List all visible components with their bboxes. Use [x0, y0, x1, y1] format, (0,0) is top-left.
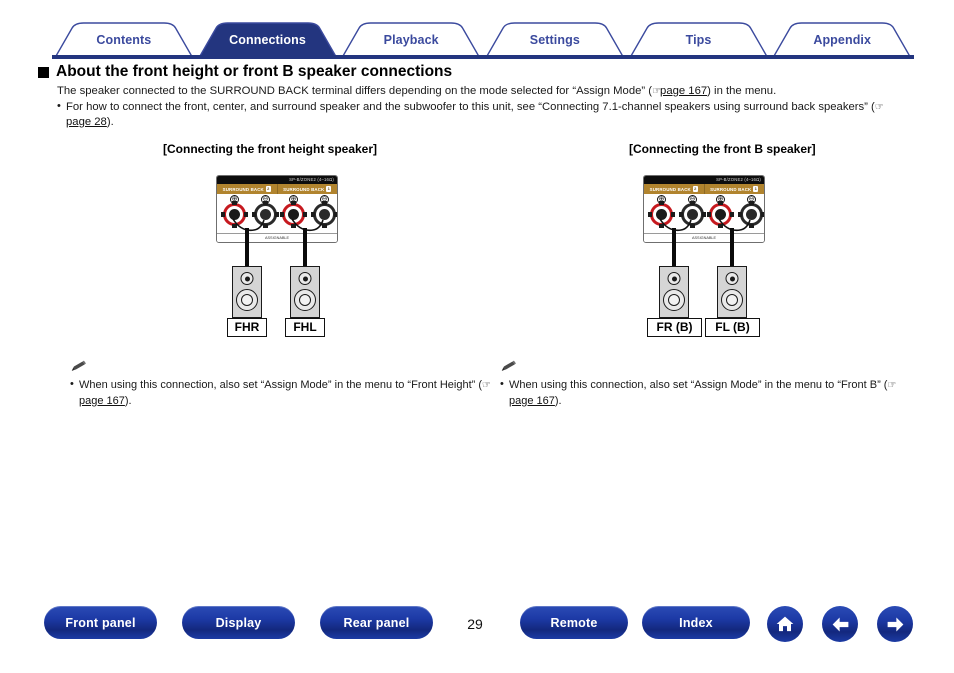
- diagram-caption-left: [Connecting the front height speaker]: [163, 142, 378, 156]
- terminal-label-1: SURROUND BACK 1: [704, 184, 764, 194]
- back-button[interactable]: [822, 606, 858, 642]
- remote-button[interactable]: Remote: [520, 606, 628, 639]
- tab-settings[interactable]: Settings: [483, 22, 627, 58]
- panel-top-bar: SP-B/ZONE2 (4–16Ω): [217, 176, 337, 184]
- note-right: When using this connection, also set “As…: [500, 360, 920, 408]
- tab-contents[interactable]: Contents: [52, 22, 196, 58]
- page-link-28[interactable]: page 28: [66, 116, 107, 128]
- speaker-wire-curves-left: [232, 218, 324, 232]
- index-button[interactable]: Index: [642, 606, 750, 639]
- tab-label: Settings: [529, 33, 580, 47]
- tab-label: Tips: [685, 33, 712, 47]
- pointing-hand-icon: ☞: [874, 102, 884, 113]
- pointing-hand-icon: ☞: [482, 380, 491, 391]
- speaker-wire-curves-right: [659, 218, 751, 232]
- speaker-cable-right-1: [672, 228, 676, 268]
- panel-top-label: SP-B/ZONE2 (4–16Ω): [716, 177, 761, 182]
- woofer-icon: [663, 289, 685, 311]
- panel-top-label: SP-B/ZONE2 (4–16Ω): [289, 177, 334, 182]
- intro-text: The speaker connected to the SURROUND BA…: [57, 84, 917, 130]
- speaker-icon-fhl: [290, 266, 320, 318]
- pencil-icon: [500, 360, 518, 373]
- pointing-hand-icon: ☞: [887, 380, 896, 391]
- woofer-icon: [721, 289, 743, 311]
- speaker-icon-fhr: [232, 266, 262, 318]
- speaker-label-fhr: FHR: [227, 318, 267, 337]
- page-title: About the front height or front B speake…: [38, 63, 452, 81]
- page-link-167[interactable]: page 167: [660, 85, 707, 97]
- terminal-badge: 1: [326, 186, 332, 192]
- speaker-icon-fr-b: [659, 266, 689, 318]
- tab-playback[interactable]: Playback: [339, 22, 483, 58]
- intro-bullet: For how to connect the front, center, an…: [57, 99, 917, 130]
- terminal-label-row: SURROUND BACK 2 SURROUND BACK 1: [644, 184, 764, 194]
- speaker-label-fhl: FHL: [285, 318, 325, 337]
- front-panel-button[interactable]: Front panel: [44, 606, 157, 639]
- tab-appendix[interactable]: Appendix: [770, 22, 914, 58]
- terminal-badge: 2: [692, 186, 698, 192]
- woofer-icon: [294, 289, 316, 311]
- arrow-left-icon: [832, 617, 848, 631]
- terminal-badge: 2: [265, 186, 271, 192]
- panel-top-bar: SP-B/ZONE2 (4–16Ω): [644, 176, 764, 184]
- page-title-text: About the front height or front B speake…: [56, 63, 453, 80]
- page-number: 29: [467, 616, 483, 632]
- tab-tips[interactable]: Tips: [627, 22, 771, 58]
- speaker-cable-left-2: [303, 228, 307, 268]
- tab-connections[interactable]: Connections: [196, 22, 340, 58]
- manual-page: Contents Connections Playback Settings Tips A…: [0, 0, 954, 673]
- tab-label: Connections: [229, 33, 306, 47]
- home-button[interactable]: [767, 606, 803, 642]
- woofer-icon: [236, 289, 258, 311]
- tab-underline: [52, 55, 914, 59]
- terminal-label-2: SURROUND BACK 2: [217, 184, 278, 194]
- intro-paragraph: The speaker connected to the SURROUND BA…: [57, 85, 777, 97]
- tweeter-icon: [667, 272, 681, 285]
- pencil-icon: [70, 360, 88, 373]
- terminal-label-1: SURROUND BACK 1: [277, 184, 337, 194]
- tweeter-icon: [725, 272, 739, 285]
- terminal-label-2: SURROUND BACK 2: [644, 184, 705, 194]
- square-bullet-icon: [38, 66, 49, 78]
- diagram-caption-right: [Connecting the front B speaker]: [629, 142, 816, 156]
- page-link-167[interactable]: page 167: [79, 395, 125, 407]
- tweeter-icon: [298, 272, 312, 285]
- terminal-label-row: SURROUND BACK 2 SURROUND BACK 1: [217, 184, 337, 194]
- tab-label: Appendix: [813, 33, 872, 47]
- pointing-hand-icon: ☞: [652, 86, 661, 97]
- display-button[interactable]: Display: [182, 606, 295, 639]
- speaker-label-fl-b: FL (B): [705, 318, 760, 337]
- tweeter-icon: [240, 272, 254, 285]
- arrow-right-icon: [887, 617, 903, 631]
- rear-panel-button[interactable]: Rear panel: [320, 606, 433, 639]
- speaker-icon-fl-b: [717, 266, 747, 318]
- home-icon: [776, 616, 794, 632]
- forward-button[interactable]: [877, 606, 913, 642]
- speaker-cable-right-2: [730, 228, 734, 268]
- tab-label: Contents: [96, 33, 152, 47]
- terminal-badge: 1: [753, 186, 759, 192]
- speaker-cable-left-1: [245, 228, 249, 268]
- note-left: When using this connection, also set “As…: [70, 360, 491, 408]
- note-left-text: When using this connection, also set “As…: [70, 377, 491, 408]
- tab-bar: Contents Connections Playback Settings Tips A…: [0, 22, 954, 58]
- speaker-label-fr-b: FR (B): [647, 318, 702, 337]
- page-link-167[interactable]: page 167: [509, 395, 555, 407]
- tab-label: Playback: [383, 33, 439, 47]
- note-right-text: When using this connection, also set “As…: [500, 377, 920, 408]
